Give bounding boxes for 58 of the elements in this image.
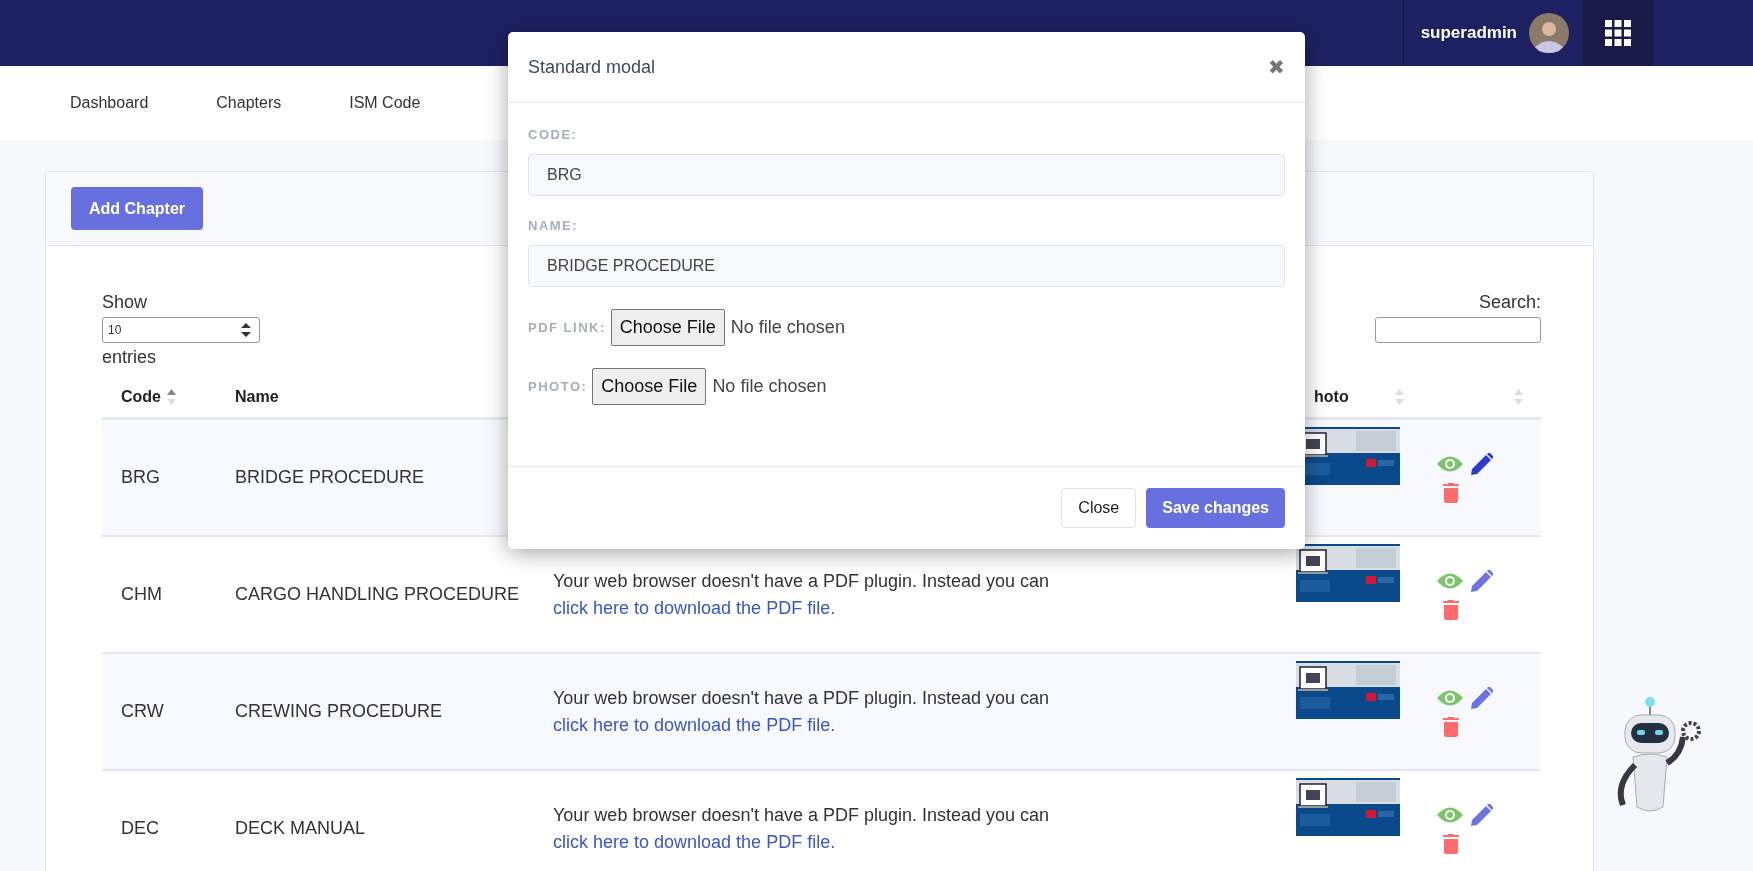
file-status: No file chosen bbox=[730, 317, 845, 338]
table-cell: CHM bbox=[121, 584, 162, 604]
sort-caret-icon bbox=[241, 323, 251, 337]
download-link[interactable]: click here to download the PDF file. bbox=[553, 831, 836, 852]
add-chapter-button[interactable]: Add Chapter bbox=[71, 187, 203, 230]
table-cell: DECK MANUAL bbox=[235, 818, 366, 838]
table-cell: BRIDGE PROCEDURE bbox=[235, 467, 425, 487]
pdf-fallback-text: Your web browser doesn't have a PDF plugin. Instead you can click here to download the PDF file. bbox=[553, 804, 1050, 852]
sort-icon[interactable] bbox=[167, 388, 176, 405]
edit-icon[interactable] bbox=[1471, 803, 1493, 826]
file-status: No file chosen bbox=[712, 376, 827, 397]
download-link[interactable]: click here to download the PDF file. bbox=[553, 597, 836, 618]
save-button[interactable]: Save changes bbox=[1146, 488, 1285, 528]
avatar-icon bbox=[1529, 13, 1569, 53]
field-label: PHOTO: bbox=[528, 379, 588, 394]
entries-label: entries bbox=[102, 347, 157, 368]
modal-title: Standard modal bbox=[528, 56, 656, 78]
delete-icon[interactable] bbox=[1443, 482, 1459, 503]
nav-link[interactable]: Chapters bbox=[216, 94, 282, 112]
text-field[interactable]: BRIDGE PROCEDURE bbox=[528, 245, 1285, 287]
edit-icon[interactable] bbox=[1471, 452, 1493, 475]
table-cell: DEC bbox=[121, 818, 159, 838]
column-header[interactable]: Name bbox=[235, 387, 279, 406]
delete-icon[interactable] bbox=[1443, 833, 1459, 854]
delete-icon[interactable] bbox=[1443, 599, 1459, 620]
field-label: CODE: bbox=[528, 127, 579, 142]
grid-icon bbox=[1605, 20, 1631, 46]
username: superadmin bbox=[1420, 23, 1517, 43]
column-header[interactable]: Code bbox=[121, 387, 161, 406]
show-label: Show bbox=[102, 292, 148, 313]
pdf-fallback-text: Your web browser doesn't have a PDF plugin. Instead you can click here to download the PDF file. bbox=[553, 687, 1050, 735]
edit-icon[interactable] bbox=[1471, 569, 1493, 592]
column-header[interactable]: hoto bbox=[1314, 387, 1349, 406]
nav-link[interactable]: Dashboard bbox=[70, 94, 149, 112]
view-icon[interactable] bbox=[1437, 688, 1463, 707]
entries-select[interactable]: 10 bbox=[102, 317, 260, 343]
view-icon[interactable] bbox=[1437, 454, 1463, 473]
field-label: PDF LINK: bbox=[528, 320, 606, 335]
view-icon[interactable] bbox=[1437, 805, 1463, 824]
download-link[interactable]: click here to download the PDF file. bbox=[553, 714, 836, 735]
choose-file-button[interactable]: Choose File bbox=[610, 309, 725, 346]
search-label: Search: bbox=[1478, 292, 1541, 313]
pdf-fallback-text: Your web browser doesn't have a PDF plugin. Instead you can click here to download the PDF file. bbox=[553, 570, 1050, 618]
choose-file-button[interactable]: Choose File bbox=[592, 368, 707, 405]
delete-icon[interactable] bbox=[1443, 716, 1459, 737]
close-button[interactable]: ✖ bbox=[1268, 55, 1285, 79]
apps-button[interactable] bbox=[1583, 0, 1653, 66]
table-cell: BRG bbox=[121, 467, 160, 487]
table-cell: CRW bbox=[121, 701, 164, 721]
nav-link[interactable]: ISM Code bbox=[349, 94, 421, 112]
field-label: NAME: bbox=[528, 218, 580, 233]
table-cell: CARGO HANDLING PROCEDURE bbox=[235, 584, 520, 604]
text-field[interactable]: BRG bbox=[528, 154, 1285, 196]
view-icon[interactable] bbox=[1437, 571, 1463, 590]
search-field[interactable] bbox=[1375, 317, 1541, 343]
close-button[interactable]: Close bbox=[1061, 488, 1137, 528]
table-cell: CREWING PROCEDURE bbox=[235, 701, 442, 721]
edit-icon[interactable] bbox=[1471, 686, 1493, 709]
